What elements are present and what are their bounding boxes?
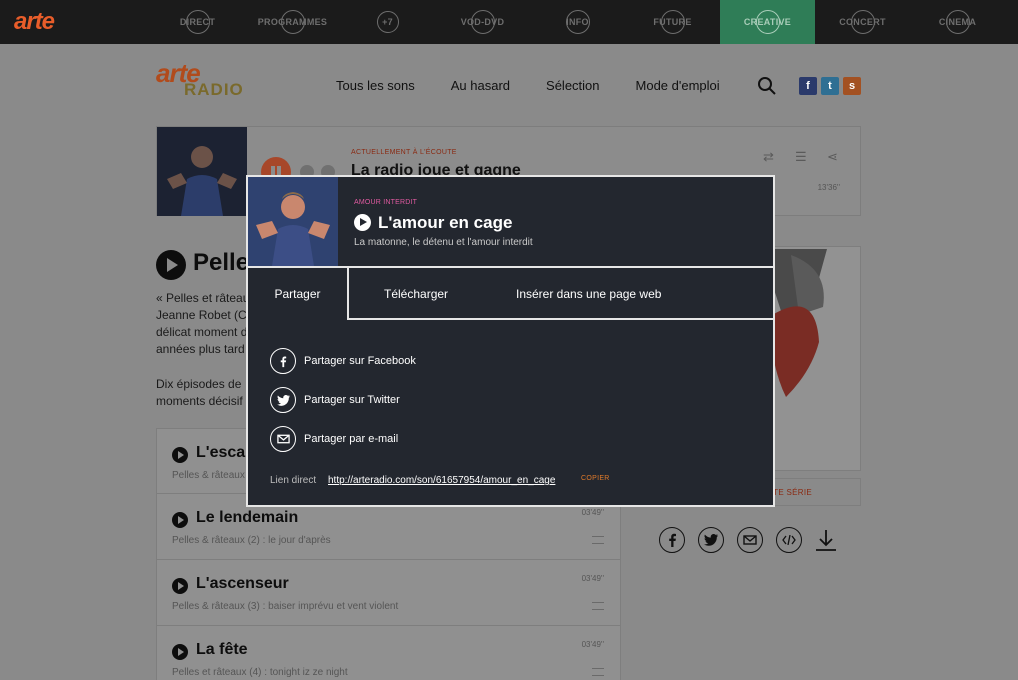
modal-header: AMOUR INTERDIT L'amour en cage La matonn… <box>248 177 773 268</box>
queue-icon[interactable] <box>592 536 604 544</box>
episode-title: Le lendemain <box>196 509 299 526</box>
facebook-icon <box>270 348 296 374</box>
topnav-label: +7 <box>382 17 393 27</box>
tab-divider <box>349 318 773 320</box>
tab-download[interactable]: Télécharger <box>384 268 448 320</box>
playlist-icon[interactable]: ☰ <box>795 149 807 165</box>
arte-logo[interactable]: arte <box>0 8 150 36</box>
arte-top-bar: arte DIRECT PROGRAMMES +7 VOD-DVD INFO F… <box>0 0 1018 44</box>
play-icon[interactable] <box>172 578 188 594</box>
play-icon[interactable] <box>172 447 188 463</box>
topnav-concert[interactable]: CONCERT <box>815 0 910 44</box>
topnav-label: INFO <box>566 17 589 27</box>
email-icon[interactable] <box>737 527 763 553</box>
modal-kicker: AMOUR INTERDIT <box>354 199 418 206</box>
download-icon[interactable] <box>814 528 838 552</box>
topnav-creative[interactable]: CREATIVE <box>720 0 815 44</box>
logo-sub: RADIO <box>184 80 244 99</box>
episode-duration: 03'49'' <box>581 574 604 583</box>
share-facebook-label: Partager sur Facebook <box>304 355 416 367</box>
episode-duration: 03'49'' <box>581 508 604 517</box>
episode-subtitle: Pelles & râteaux <box>172 470 245 481</box>
modal-thumbnail <box>248 177 338 266</box>
direct-link-url[interactable]: http://arteradio.com/son/61657954/amour_… <box>328 475 555 486</box>
nav-mode-emploi[interactable]: Mode d'emploi <box>636 78 720 93</box>
facebook-icon[interactable]: f <box>799 77 817 95</box>
nav-selection[interactable]: Sélection <box>546 78 599 93</box>
search-icon[interactable] <box>757 76 777 96</box>
description-line: années plus tard <box>156 342 245 356</box>
modal-play-button[interactable] <box>354 214 371 231</box>
episode-title: La fête <box>196 641 248 658</box>
episode-title: L'ascenseur <box>196 575 289 592</box>
description-line: Jeanne Robet (C <box>156 308 246 322</box>
episode-duration: 03'49'' <box>581 640 604 649</box>
twitter-icon[interactable]: t <box>821 77 839 95</box>
topnav-label: CINEMA <box>938 17 977 27</box>
share-email-label: Partager par e-mail <box>304 433 399 445</box>
twitter-icon[interactable] <box>698 527 724 553</box>
play-icon[interactable] <box>172 512 188 528</box>
page-title: Pelle <box>193 249 250 276</box>
modal-title: L'amour en cage <box>378 213 513 232</box>
episode-subtitle: Pelles & râteaux (3) : baiser imprévu et… <box>172 601 399 612</box>
facebook-icon[interactable] <box>659 527 685 553</box>
tab-share[interactable]: Partager <box>248 268 349 320</box>
email-icon <box>270 426 296 452</box>
queue-icon[interactable] <box>592 602 604 610</box>
topnav-label: CREATIVE <box>743 17 792 27</box>
topnav-cinema[interactable]: CINEMA <box>910 0 1005 44</box>
share-icon[interactable]: ⋖ <box>827 149 838 165</box>
topnav-label: PROGRAMMES <box>257 17 328 27</box>
topnav-info[interactable]: INFO <box>530 0 625 44</box>
topnav-label: CONCERT <box>839 17 886 27</box>
tab-embed[interactable]: Insérer dans une page web <box>516 268 661 320</box>
description-line: Dix épisodes de <box>156 377 242 391</box>
share-facebook-option[interactable]: Partager sur Facebook <box>270 348 416 374</box>
description: « Pelles et râteau Jeanne Robet (C délic… <box>156 290 246 358</box>
series-play-button[interactable] <box>156 250 186 280</box>
nav-au-hasard[interactable]: Au hasard <box>451 78 510 93</box>
episode-subtitle: Pelles et râteaux (4) : tonight iz ze ni… <box>172 667 348 678</box>
player-thumbnail <box>157 127 247 216</box>
embed-icon[interactable] <box>776 527 802 553</box>
topnav-programmes[interactable]: PROGRAMMES <box>245 0 340 44</box>
main-nav: Tous les sons Au hasard Sélection Mode d… <box>336 78 756 93</box>
player-kicker: ACTUELLEMENT À L'ÉCOUTE <box>351 149 457 156</box>
soundcloud-icon[interactable]: s <box>843 77 861 95</box>
topnav-future[interactable]: FUTURE <box>625 0 720 44</box>
episode-subtitle: Pelles & râteaux (2) : le jour d'après <box>172 535 331 546</box>
direct-link-label: Lien direct <box>270 475 317 486</box>
topnav-direct[interactable]: DIRECT <box>150 0 245 44</box>
copy-button[interactable]: COPIER <box>581 475 610 482</box>
modal-subtitle: La matonne, le détenu et l'amour interdi… <box>354 237 533 248</box>
play-icon[interactable] <box>172 644 188 660</box>
share-modal: AMOUR INTERDIT L'amour en cage La matonn… <box>246 175 775 507</box>
description-2: Dix épisodes de moments décisif <box>156 376 246 410</box>
player-duration: 13'36'' <box>817 183 840 192</box>
description-line: « Pelles et râteau <box>156 291 246 305</box>
share-twitter-label: Partager sur Twitter <box>304 394 400 406</box>
share-email-option[interactable]: Partager par e-mail <box>270 426 398 452</box>
topnav-label: DIRECT <box>179 17 216 27</box>
shuffle-icon[interactable]: ⇄ <box>763 149 774 165</box>
description-line: délicat moment d <box>156 325 246 339</box>
episode-row[interactable]: L'ascenseur Pelles & râteaux (3) : baise… <box>156 560 621 626</box>
arte-top-nav: DIRECT PROGRAMMES +7 VOD-DVD INFO FUTURE… <box>150 0 1018 44</box>
topnav-label: VOD-DVD <box>460 17 505 27</box>
episode-title: L'escal <box>196 444 250 461</box>
nav-tous-les-sons[interactable]: Tous les sons <box>336 78 415 93</box>
topnav-vod[interactable]: VOD-DVD <box>435 0 530 44</box>
queue-icon[interactable] <box>592 668 604 676</box>
arteradio-logo[interactable]: arte RADIO <box>156 60 246 108</box>
episode-row[interactable]: La fête Pelles et râteaux (4) : tonight … <box>156 626 621 680</box>
topnav-label: FUTURE <box>653 17 692 27</box>
share-twitter-option[interactable]: Partager sur Twitter <box>270 387 400 413</box>
description-line: moments décisif <box>156 394 243 408</box>
topnav-plus7[interactable]: +7 <box>340 0 435 44</box>
twitter-icon <box>270 387 296 413</box>
